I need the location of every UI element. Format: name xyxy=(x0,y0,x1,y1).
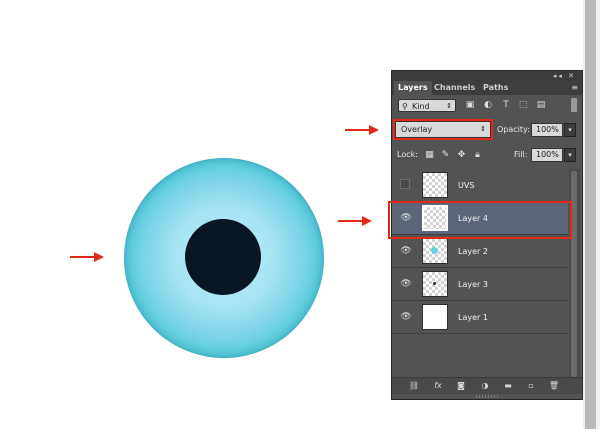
new-layer-icon[interactable]: ▫ xyxy=(525,379,537,393)
panel-title-bar[interactable]: ◂◂ ✕ xyxy=(392,71,582,81)
tab-channels[interactable]: Channels xyxy=(430,81,479,95)
layer-thumbnail xyxy=(422,238,448,264)
adjustment-layer-icon[interactable]: ◑ xyxy=(479,379,491,393)
search-icon: ⚲ xyxy=(402,102,408,111)
type-filter-icon[interactable]: T xyxy=(500,99,512,112)
resize-grip[interactable] xyxy=(476,395,500,398)
link-layers-icon[interactable]: ⛓︎ xyxy=(408,379,420,393)
layer-thumbnail xyxy=(422,172,448,198)
layer-row-layer-3[interactable]: 👁︎ Layer 3 xyxy=(392,268,568,301)
annotation-arrow-left xyxy=(70,252,104,262)
lock-row: Lock: ▦ ✎ ✥ 🔒︎ Fill: 100% ▾ xyxy=(392,145,582,165)
layer-name: UVS xyxy=(458,181,475,190)
fx-icon[interactable]: fx xyxy=(432,379,444,393)
eye-pupil xyxy=(185,219,261,295)
layer-row-layer-2[interactable]: 👁︎ Layer 2 xyxy=(392,235,568,268)
lock-label: Lock: xyxy=(397,150,418,159)
layer-thumbnail xyxy=(422,271,448,297)
thumbnail-content xyxy=(433,282,436,285)
blend-mode-value: Overlay xyxy=(401,125,433,134)
tab-layers[interactable]: Layers xyxy=(394,81,432,95)
layer-name: Layer 1 xyxy=(458,313,488,322)
kind-filter-dropdown[interactable]: ⚲ Kind ⇕ xyxy=(398,99,456,112)
chevron-updown-icon: ⇕ xyxy=(446,102,452,110)
fill-slider-button[interactable]: ▾ xyxy=(564,148,576,162)
lock-transparent-pixels-icon[interactable]: ▦ xyxy=(424,148,435,162)
layer-row-layer-1[interactable]: 👁︎ Layer 1 xyxy=(392,301,568,334)
window-scrollbar-thumb[interactable] xyxy=(585,0,596,429)
lock-image-pixels-icon[interactable]: ✎ xyxy=(440,148,451,162)
opacity-slider-button[interactable]: ▾ xyxy=(564,123,576,137)
panel-tabs: Layers Channels Paths ≡ xyxy=(392,81,582,95)
lock-all-icon[interactable]: 🔒︎ xyxy=(472,148,483,162)
lock-position-icon[interactable]: ✥ xyxy=(456,148,467,162)
layer-name: Layer 2 xyxy=(458,247,488,256)
fill-field[interactable]: 100% xyxy=(531,148,563,162)
blend-mode-dropdown[interactable]: Overlay ⇕ xyxy=(395,121,491,138)
smart-object-filter-icon[interactable]: ▤ xyxy=(535,99,547,112)
shape-filter-icon[interactable]: ⬚ xyxy=(517,99,529,112)
eye-icon[interactable]: 👁︎ xyxy=(400,311,412,323)
layers-list: UVS 👁︎ Layer 4 👁︎ Layer 2 👁︎ Layer 3 👁︎ … xyxy=(392,169,568,337)
new-group-icon[interactable]: ▬ xyxy=(502,379,514,393)
eye-icon[interactable]: 👁︎ xyxy=(400,245,412,257)
visibility-toggle-off[interactable] xyxy=(400,179,410,189)
eye-icon[interactable]: 👁︎ xyxy=(400,278,412,290)
delete-layer-icon[interactable]: 🗑︎ xyxy=(548,379,560,393)
hamburger-menu-icon[interactable]: ≡ xyxy=(571,81,578,95)
layer-row-uvs[interactable]: UVS xyxy=(392,169,568,202)
collapse-close-icons[interactable]: ◂◂ ✕ xyxy=(553,71,576,81)
opacity-label: Opacity: xyxy=(497,125,530,134)
layer-thumbnail xyxy=(422,304,448,330)
layer-filter-row: ⚲ Kind ⇕ ▣ ◐ T ⬚ ▤ xyxy=(392,95,582,117)
opacity-field[interactable]: 100% xyxy=(531,123,563,137)
image-filter-icon[interactable]: ▣ xyxy=(464,99,476,112)
kind-filter-label: Kind xyxy=(412,102,430,111)
annotation-arrow-layer xyxy=(338,216,372,226)
filter-toggle[interactable] xyxy=(571,98,577,112)
adjustment-filter-icon[interactable]: ◐ xyxy=(482,99,494,112)
selected-layer-highlight xyxy=(388,201,572,239)
panel-bottom-bar: ⛓︎ fx ◙ ◑ ▬ ▫ 🗑︎ xyxy=(392,377,582,394)
blend-row: Overlay ⇕ Opacity: 100% ▾ xyxy=(392,119,582,141)
fill-label: Fill: xyxy=(514,150,528,159)
add-mask-icon[interactable]: ◙ xyxy=(455,379,467,393)
layer-name: Layer 3 xyxy=(458,280,488,289)
annotation-arrow-blend-mode xyxy=(345,125,379,135)
chevron-updown-icon: ⇕ xyxy=(480,125,486,133)
thumbnail-content xyxy=(431,247,438,254)
tab-paths[interactable]: Paths xyxy=(479,81,512,95)
